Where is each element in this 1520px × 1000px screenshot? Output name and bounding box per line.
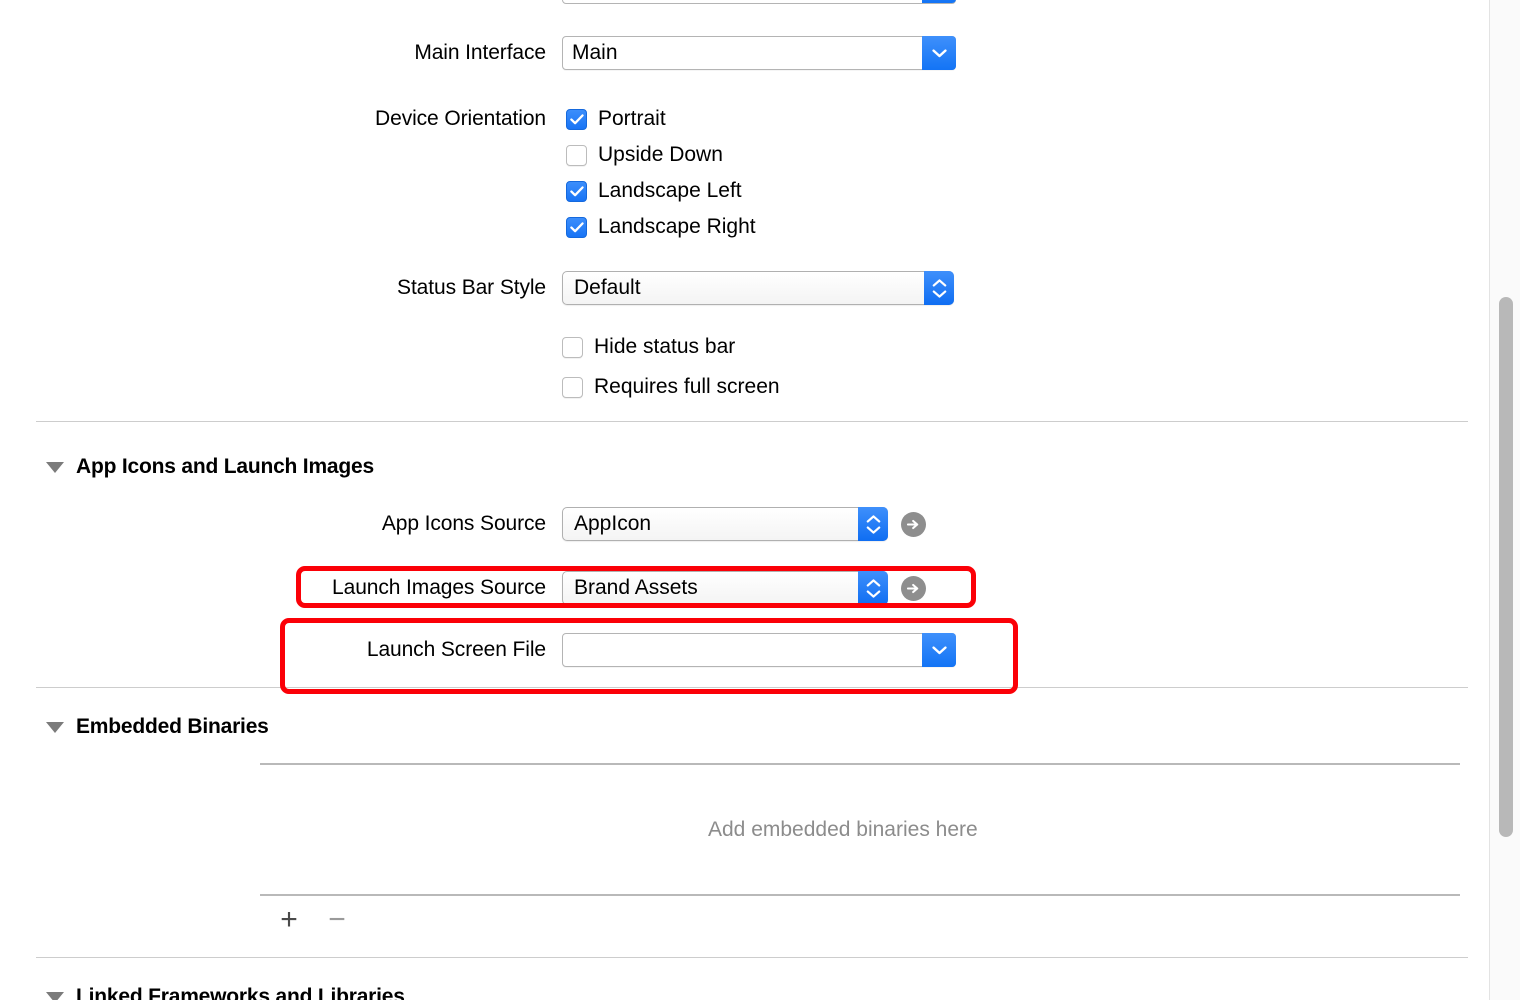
chevron-up-icon — [932, 278, 946, 286]
launch-screen-file-label: Launch Screen File — [366, 638, 546, 661]
checkbox-label-upside-down: Upside Down — [598, 143, 723, 166]
checkbox-row-landscape-right[interactable]: Landscape Right — [566, 215, 756, 239]
main-interface-value: Main — [572, 41, 618, 64]
disclosure-triangle-icon[interactable] — [46, 461, 64, 473]
launch-images-source-value: Brand Assets — [574, 576, 698, 599]
chevron-up-icon — [866, 514, 880, 522]
embedded-binaries-list-bottom-rule — [260, 894, 1460, 896]
status-bar-style-popup[interactable]: Default — [562, 271, 954, 305]
checkbox-row-portrait[interactable]: Portrait — [566, 107, 666, 131]
main-interface-row: Main Interface Main — [0, 36, 956, 70]
launch-screen-file-row: Launch Screen File — [0, 633, 956, 667]
vertical-scrollbar-thumb[interactable] — [1499, 297, 1513, 837]
app-icons-source-stepper-button[interactable] — [858, 507, 888, 541]
status-bar-style-label: Status Bar Style — [397, 276, 546, 299]
section-header-app-icons[interactable]: App Icons and Launch Images — [46, 455, 374, 479]
app-icons-source-label: App Icons Source — [381, 512, 546, 535]
launch-images-source-stepper-button[interactable] — [858, 571, 888, 605]
checkbox-row-upside-down[interactable]: Upside Down — [566, 143, 723, 167]
checkbox-row-requires-full-screen[interactable]: Requires full screen — [562, 375, 780, 399]
chevron-down-icon — [932, 290, 946, 298]
launch-screen-file-chevron-button[interactable] — [922, 633, 956, 667]
launch-images-source-label: Launch Images Source — [332, 576, 546, 599]
vertical-scrollbar-track[interactable] — [1489, 0, 1520, 1000]
device-orientation-label: Device Orientation — [375, 107, 546, 130]
app-icons-source-row: App Icons Source AppIcon — [0, 507, 930, 541]
main-interface-chevron-button[interactable] — [922, 36, 956, 70]
launch-images-source-popup[interactable]: Brand Assets — [562, 571, 888, 605]
section-title-embedded-binaries: Embedded Binaries — [76, 715, 269, 738]
status-bar-style-stepper-button[interactable] — [924, 271, 954, 305]
checkbox-label-hide-status-bar: Hide status bar — [594, 335, 736, 358]
clipped-popup-chevron-button[interactable] — [922, 0, 956, 3]
disclosure-triangle-icon[interactable] — [46, 721, 64, 733]
chevron-up-icon — [866, 578, 880, 586]
checkbox-label-portrait: Portrait — [598, 107, 666, 130]
launch-images-source-row: Launch Images Source Brand Assets — [0, 571, 930, 605]
disclosure-triangle-icon[interactable] — [46, 991, 64, 1000]
chevron-down-icon — [931, 48, 947, 57]
checkbox-upside-down[interactable] — [566, 144, 587, 166]
checkbox-hide-status-bar[interactable] — [562, 336, 583, 358]
main-interface-popup[interactable]: Main — [562, 36, 956, 70]
arrow-right-icon — [907, 519, 919, 529]
checkbox-label-landscape-left: Landscape Left — [598, 179, 742, 202]
settings-scroll-content: Main Interface Main Device Orientation P… — [0, 0, 1489, 1000]
add-embedded-binary-button[interactable]: + — [276, 905, 302, 935]
clipped-popup-field[interactable] — [562, 0, 956, 4]
status-bar-style-row: Status Bar Style Default — [0, 271, 956, 305]
section-header-embedded-binaries[interactable]: Embedded Binaries — [46, 715, 269, 739]
app-icons-source-value: AppIcon — [574, 512, 652, 535]
section-header-linked-frameworks[interactable]: Linked Frameworks and Libraries — [46, 985, 405, 1000]
chevron-down-icon — [866, 590, 880, 598]
checkmark-icon — [569, 113, 584, 124]
embedded-binaries-list-top-rule — [260, 763, 1460, 765]
checkmark-icon — [569, 185, 584, 196]
section-divider-app-icons — [36, 421, 1468, 422]
checkbox-row-landscape-left[interactable]: Landscape Left — [566, 179, 742, 203]
checkmark-icon — [569, 221, 584, 232]
checkbox-landscape-left[interactable] — [566, 180, 587, 202]
section-divider-linked-frameworks — [36, 957, 1468, 958]
main-interface-label: Main Interface — [414, 41, 546, 64]
section-title-linked-frameworks: Linked Frameworks and Libraries — [76, 985, 405, 1000]
checkbox-row-hide-status-bar[interactable]: Hide status bar — [562, 335, 735, 359]
status-bar-style-value: Default — [574, 276, 641, 299]
app-icons-source-goto-button[interactable] — [901, 511, 926, 537]
embedded-binaries-placeholder: Add embedded binaries here — [708, 818, 978, 841]
chevron-down-icon — [866, 526, 880, 534]
launch-images-source-goto-button[interactable] — [901, 575, 926, 601]
checkbox-landscape-right[interactable] — [566, 216, 587, 238]
checkbox-label-requires-full-screen: Requires full screen — [594, 375, 780, 398]
checkbox-label-landscape-right: Landscape Right — [598, 215, 756, 238]
checkbox-requires-full-screen[interactable] — [562, 376, 583, 398]
xcode-general-settings-pane: Main Interface Main Device Orientation P… — [0, 0, 1520, 1000]
checkbox-portrait[interactable] — [566, 108, 587, 130]
section-title-app-icons: App Icons and Launch Images — [76, 455, 374, 478]
app-icons-source-popup[interactable]: AppIcon — [562, 507, 888, 541]
arrow-right-icon — [907, 583, 919, 593]
section-divider-embedded-binaries — [36, 687, 1468, 688]
chevron-down-icon — [931, 645, 947, 654]
launch-screen-file-popup[interactable] — [562, 633, 956, 667]
remove-embedded-binary-button[interactable]: − — [324, 905, 350, 935]
